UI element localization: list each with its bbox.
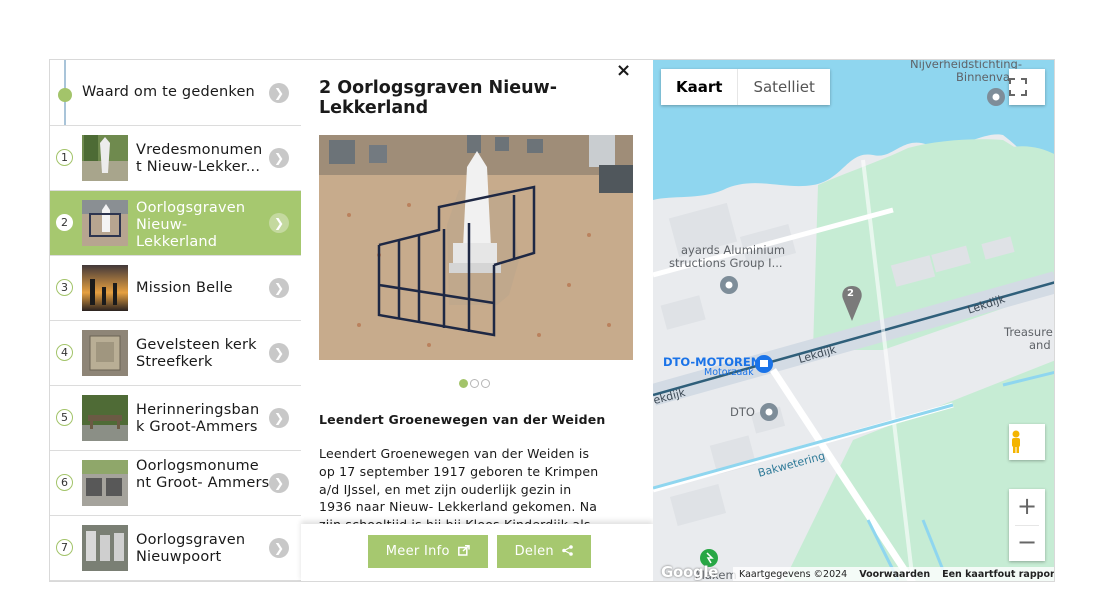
item-number: 7 xyxy=(56,539,73,556)
carousel-dot[interactable] xyxy=(470,379,479,388)
map-view[interactable]: Nijverheidstichting- Binnenvaart ayards … xyxy=(653,60,1054,581)
widget-frame: Waard om te gedenken ❯ 1 Vredesmonumen t… xyxy=(49,59,1055,582)
carousel-dot[interactable] xyxy=(459,379,468,388)
item-thumbnail xyxy=(82,135,128,181)
zoom-in-button[interactable]: + xyxy=(1009,489,1045,525)
chevron-right-icon[interactable]: ❯ xyxy=(269,83,289,103)
map-label: DTO xyxy=(730,405,755,419)
chevron-right-icon[interactable]: ❯ xyxy=(269,538,289,558)
item-label: Gevelsteen kerk Streefkerk xyxy=(136,337,257,370)
external-link-icon xyxy=(458,544,470,556)
list-item[interactable]: 1 Vredesmonumen t Nieuw-Lekker... ❯ xyxy=(50,126,301,191)
item-label: Oorlogsgraven Nieuw- Lekkerland xyxy=(136,200,246,250)
location-list: Waard om te gedenken ❯ 1 Vredesmonumen t… xyxy=(50,60,301,581)
list-header[interactable]: Waard om te gedenken ❯ xyxy=(50,60,301,126)
list-header-label: Waard om te gedenken xyxy=(82,84,255,100)
map-label: and xyxy=(1029,338,1051,352)
chevron-right-icon[interactable]: ❯ xyxy=(269,148,289,168)
map-label: Motorzaak xyxy=(704,367,754,378)
item-number: 4 xyxy=(56,344,73,361)
item-number: 6 xyxy=(56,474,73,491)
list-item[interactable]: 7 Oorlogsgraven Nieuwpoort ❯ xyxy=(50,516,301,581)
map-type-satellite[interactable]: Satelliet xyxy=(737,69,829,105)
item-label: Oorlogsmonume nt Groot- Ammers xyxy=(136,458,270,491)
carousel-dot[interactable] xyxy=(481,379,490,388)
chevron-right-icon[interactable]: ❯ xyxy=(269,408,289,428)
item-thumbnail xyxy=(82,330,128,376)
list-item[interactable]: 3 Mission Belle ❯ xyxy=(50,256,301,321)
close-button[interactable]: × xyxy=(616,60,631,81)
item-label: Herinneringsban k Groot-Ammers xyxy=(136,402,260,435)
more-info-button[interactable]: Meer Info xyxy=(368,535,488,568)
detail-panel: × 2 Oorlogsgraven Nieuw-Lekkerland Leend… xyxy=(301,60,653,581)
item-number: 3 xyxy=(56,279,73,296)
map-label: Treasure xyxy=(1004,325,1053,339)
google-logo[interactable]: Google xyxy=(661,563,718,581)
detail-title: 2 Oorlogsgraven Nieuw-Lekkerland xyxy=(319,78,557,118)
fullscreen-icon xyxy=(1009,78,1027,96)
item-number: 2 xyxy=(56,214,73,231)
share-button[interactable]: Delen xyxy=(497,535,591,568)
list-item-active[interactable]: 2 Oorlogsgraven Nieuw- Lekkerland ❯ xyxy=(50,191,301,256)
map-canvas xyxy=(653,60,1054,581)
chevron-right-icon[interactable]: ❯ xyxy=(269,278,289,298)
share-label: Delen xyxy=(514,544,554,559)
report-error-link[interactable]: Een kaartfout rapporteren xyxy=(942,569,1054,581)
detail-photo[interactable] xyxy=(319,135,633,360)
chevron-right-icon[interactable]: ❯ xyxy=(269,473,289,493)
detail-body: Leendert Groenewegen van der Weiden is o… xyxy=(319,446,599,525)
item-number: 1 xyxy=(56,149,73,166)
zoom-control: + − xyxy=(1009,489,1045,561)
zoom-out-button[interactable]: − xyxy=(1009,526,1045,561)
item-thumbnail xyxy=(82,265,128,311)
item-label: Vredesmonumen t Nieuw-Lekker... xyxy=(136,142,263,175)
map-label: structions Group I... xyxy=(669,256,783,270)
pegman-icon xyxy=(1012,430,1020,453)
item-thumbnail xyxy=(82,460,128,506)
item-label: Mission Belle xyxy=(136,280,233,296)
timeline-dot xyxy=(58,88,72,102)
chevron-right-icon[interactable]: ❯ xyxy=(269,343,289,363)
map-data-credit: Kaartgegevens ©2024 xyxy=(739,569,848,580)
share-icon xyxy=(562,545,574,556)
terms-link[interactable]: Voorwaarden xyxy=(859,569,930,581)
map-type-kaart[interactable]: Kaart xyxy=(661,69,737,105)
carousel-dots xyxy=(459,379,490,388)
action-bar: Meer Info Delen xyxy=(301,524,653,581)
map-type-control: Kaart Satelliet xyxy=(661,69,830,105)
fullscreen-button[interactable] xyxy=(1009,69,1045,105)
chevron-right-icon[interactable]: ❯ xyxy=(269,213,289,233)
item-thumbnail xyxy=(82,395,128,441)
pegman-button[interactable] xyxy=(1009,424,1045,460)
item-thumbnail xyxy=(82,200,128,246)
map-label: ayards Aluminium xyxy=(681,243,786,257)
list-item[interactable]: 4 Gevelsteen kerk Streefkerk ❯ xyxy=(50,321,301,386)
item-thumbnail xyxy=(82,525,128,571)
map-attribution: Kaartgegevens ©2024 Voorwaarden Een kaar… xyxy=(733,567,1054,581)
list-item[interactable]: 6 Oorlogsmonume nt Groot- Ammers ❯ xyxy=(50,451,301,516)
item-number: 5 xyxy=(56,409,73,426)
detail-subheading: Leendert Groenewegen van der Weiden xyxy=(319,412,606,427)
more-info-label: Meer Info xyxy=(385,544,450,559)
marker-number[interactable]: 2 xyxy=(847,288,854,299)
item-label: Oorlogsgraven Nieuwpoort xyxy=(136,532,246,565)
list-item[interactable]: 5 Herinneringsban k Groot-Ammers ❯ xyxy=(50,386,301,451)
